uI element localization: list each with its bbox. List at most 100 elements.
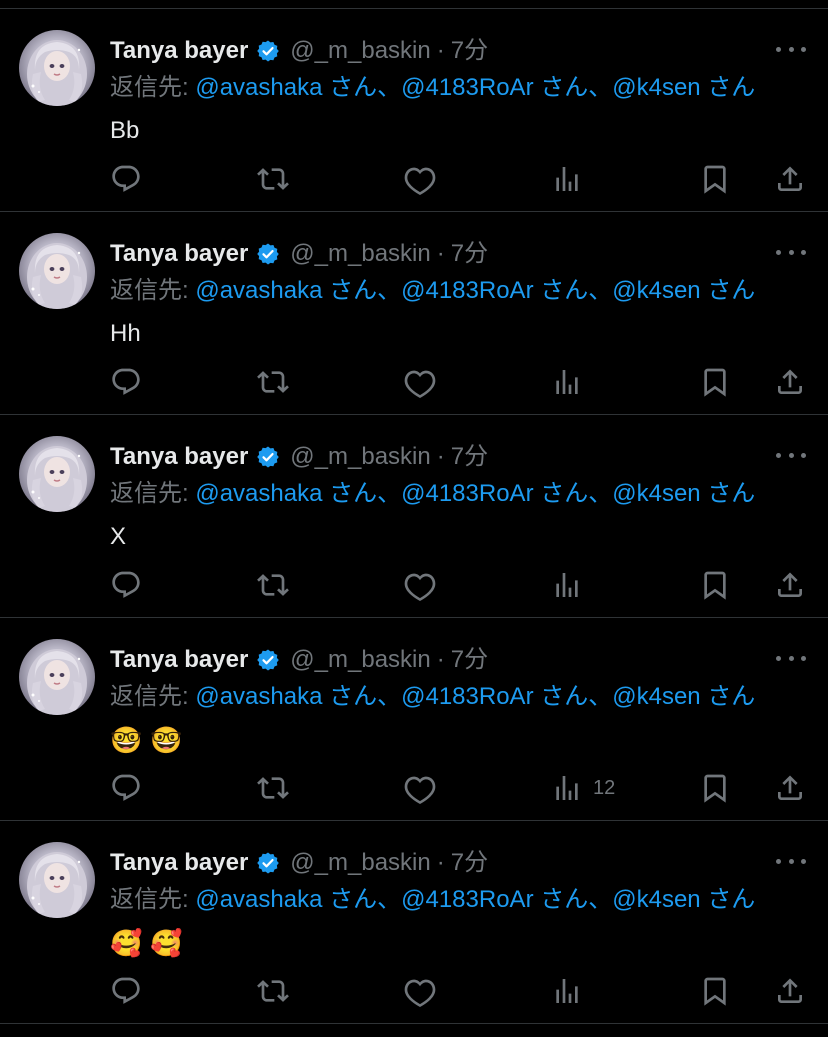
retweet-button[interactable] bbox=[257, 159, 289, 199]
timestamp[interactable]: 7分 bbox=[451, 443, 488, 471]
share-button[interactable] bbox=[774, 159, 806, 199]
reply-to-line: 返信先: @avashaka さん、@4183RoAr さん、@k4sen さん bbox=[110, 276, 755, 306]
bookmark-button[interactable] bbox=[699, 362, 731, 402]
views-icon bbox=[556, 370, 578, 394]
mention-link[interactable]: @k4sen bbox=[612, 277, 700, 304]
views-button[interactable] bbox=[551, 159, 593, 199]
timestamp[interactable]: 7分 bbox=[451, 849, 488, 877]
retweet-button[interactable] bbox=[257, 971, 289, 1011]
tweet-body: 🥰 🥰 bbox=[110, 927, 191, 961]
mention-link[interactable]: @avashaka bbox=[195, 886, 322, 913]
author-name[interactable]: Tanya bayer bbox=[110, 37, 248, 65]
share-button[interactable] bbox=[774, 768, 806, 808]
reply-button[interactable] bbox=[110, 159, 142, 199]
avatar[interactable] bbox=[19, 842, 95, 918]
timestamp[interactable]: 7分 bbox=[451, 240, 488, 268]
timestamp[interactable]: 7分 bbox=[451, 646, 488, 674]
share-button[interactable] bbox=[774, 362, 806, 402]
avatar[interactable] bbox=[19, 30, 95, 106]
author-name[interactable]: Tanya bayer bbox=[110, 443, 248, 471]
author-name[interactable]: Tanya bayer bbox=[110, 646, 248, 674]
author-name[interactable]: Tanya bayer bbox=[110, 240, 248, 268]
mention-link[interactable]: @avashaka bbox=[195, 480, 322, 507]
bookmark-button[interactable] bbox=[699, 971, 731, 1011]
mention-link[interactable]: @k4sen bbox=[612, 480, 700, 507]
tweet-body: 🤓 🤓 bbox=[110, 724, 191, 758]
avatar[interactable] bbox=[19, 639, 95, 715]
author-handle[interactable]: @_m_baskin bbox=[290, 37, 430, 65]
mention-link[interactable]: @avashaka bbox=[195, 74, 322, 101]
avatar[interactable] bbox=[19, 233, 95, 309]
timestamp[interactable]: 7分 bbox=[451, 37, 488, 65]
retweet-icon bbox=[257, 168, 289, 190]
mention-link[interactable]: @4183RoAr bbox=[401, 886, 533, 913]
reply-icon bbox=[112, 571, 140, 598]
mention-suffix: さん bbox=[707, 886, 756, 913]
action-bar bbox=[0, 159, 828, 199]
tweet-emoji: 🤓 bbox=[150, 725, 183, 755]
mention-suffix: さん bbox=[329, 683, 378, 710]
action-bar bbox=[0, 565, 828, 605]
retweet-button[interactable] bbox=[257, 565, 289, 605]
views-button[interactable] bbox=[551, 362, 593, 402]
reply-button[interactable] bbox=[110, 971, 142, 1011]
tweet[interactable]: Tanya bayer @_m_baskin · 7分 返信先: @avasha… bbox=[0, 821, 828, 1024]
more-icon[interactable] bbox=[776, 39, 806, 59]
tweet[interactable]: Tanya bayer @_m_baskin · 7分 返信先: @avasha… bbox=[0, 618, 828, 821]
more-icon[interactable] bbox=[776, 851, 806, 871]
action-bar: 12 bbox=[0, 768, 828, 808]
more-icon[interactable] bbox=[776, 445, 806, 465]
like-button[interactable] bbox=[404, 159, 436, 199]
verified-badge-icon bbox=[256, 851, 280, 875]
mention-link[interactable]: @k4sen bbox=[612, 886, 700, 913]
mention-link[interactable]: @k4sen bbox=[612, 74, 700, 101]
mention-link[interactable]: @4183RoAr bbox=[401, 74, 533, 101]
views-button[interactable] bbox=[551, 565, 593, 605]
author-handle[interactable]: @_m_baskin bbox=[290, 443, 430, 471]
separator-dot: · bbox=[436, 37, 445, 64]
mention-link[interactable]: @4183RoAr bbox=[401, 480, 533, 507]
views-button[interactable]: 12 bbox=[551, 768, 615, 808]
author-handle[interactable]: @_m_baskin bbox=[290, 240, 430, 268]
reply-button[interactable] bbox=[110, 768, 142, 808]
retweet-button[interactable] bbox=[257, 362, 289, 402]
views-button[interactable] bbox=[551, 971, 593, 1011]
reply-prefix: 返信先: bbox=[110, 683, 189, 710]
bookmark-icon bbox=[704, 165, 726, 194]
mention-link[interactable]: @4183RoAr bbox=[401, 683, 533, 710]
bookmark-button[interactable] bbox=[699, 159, 731, 199]
retweet-button[interactable] bbox=[257, 768, 289, 808]
more-icon[interactable] bbox=[776, 648, 806, 668]
author-handle[interactable]: @_m_baskin bbox=[290, 849, 430, 877]
tweet[interactable]: Tanya bayer @_m_baskin · 7分 返信先: @avasha… bbox=[0, 415, 828, 618]
mention-list: @avashaka さん、@4183RoAr さん、@k4sen さん bbox=[195, 277, 755, 304]
reply-button[interactable] bbox=[110, 362, 142, 402]
reply-to-line: 返信先: @avashaka さん、@4183RoAr さん、@k4sen さん bbox=[110, 73, 755, 103]
author-handle[interactable]: @_m_baskin bbox=[290, 646, 430, 674]
mention-link[interactable]: @avashaka bbox=[195, 277, 322, 304]
share-button[interactable] bbox=[774, 971, 806, 1011]
mention-link[interactable]: @4183RoAr bbox=[401, 277, 533, 304]
share-button[interactable] bbox=[774, 565, 806, 605]
reply-button[interactable] bbox=[110, 565, 142, 605]
author-name[interactable]: Tanya bayer bbox=[110, 849, 248, 877]
reply-icon bbox=[112, 977, 140, 1004]
tweet-body: Hh bbox=[110, 318, 141, 350]
mention-link[interactable]: @avashaka bbox=[195, 683, 322, 710]
tweet[interactable]: Tanya bayer @_m_baskin · 7分 返信先: @avasha… bbox=[0, 212, 828, 415]
like-button[interactable] bbox=[404, 362, 436, 402]
mention-list: @avashaka さん、@4183RoAr さん、@k4sen さん bbox=[195, 886, 755, 913]
like-button[interactable] bbox=[404, 768, 436, 808]
avatar[interactable] bbox=[19, 436, 95, 512]
bookmark-button[interactable] bbox=[699, 565, 731, 605]
like-button[interactable] bbox=[404, 565, 436, 605]
tweet-header: Tanya bayer @_m_baskin · 7分 bbox=[110, 37, 488, 65]
tweet[interactable]: Tanya bayer @_m_baskin · 7分 返信先: @avasha… bbox=[0, 9, 828, 212]
like-button[interactable] bbox=[404, 971, 436, 1011]
more-icon[interactable] bbox=[776, 242, 806, 262]
mention-suffix: さん bbox=[540, 74, 589, 101]
bookmark-button[interactable] bbox=[699, 768, 731, 808]
tweet-body: Bb bbox=[110, 115, 139, 147]
share-icon bbox=[778, 775, 802, 800]
mention-link[interactable]: @k4sen bbox=[612, 683, 700, 710]
